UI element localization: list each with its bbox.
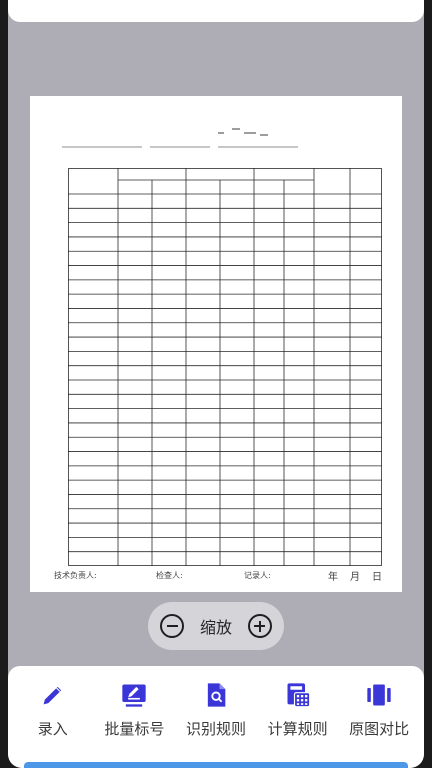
calculator-icon (283, 680, 313, 710)
zoom-control: 缩放 (148, 602, 284, 650)
tool-label: 计算规则 (267, 720, 328, 738)
tool-label: 录入 (37, 720, 68, 738)
sign-day: 日 (372, 572, 382, 583)
tool-batch-label-button[interactable]: 批量标号 (94, 680, 176, 740)
tool-label: 批量标号 (104, 720, 165, 738)
sign-recorder: 记录人: (244, 571, 271, 580)
edit-box-icon (119, 680, 149, 710)
document-subtitle-blurred (62, 144, 300, 152)
tool-recognition-rules-button[interactable]: 识别规则 (175, 680, 257, 740)
app-screen: 技术负责人: 检查人: 记录人: 年 月 日 缩放 录入 批量标号 识别规则 计… (8, 0, 424, 768)
zoom-in-icon[interactable] (247, 614, 272, 638)
table-border (68, 168, 382, 566)
tool-label: 识别规则 (185, 720, 246, 738)
sign-year: 年 (328, 572, 338, 583)
tool-label: 原图对比 (349, 720, 410, 738)
top-strip (8, 0, 424, 22)
device-frame: 技术负责人: 检查人: 记录人: 年 月 日 缩放 录入 批量标号 识别规则 计… (0, 0, 432, 768)
document-preview[interactable]: 技术负责人: 检查人: 记录人: 年 月 日 (30, 96, 402, 592)
bottom-toolbar: 录入 批量标号 识别规则 计算规则 原图对比 (8, 666, 424, 768)
zoom-out-icon[interactable] (160, 614, 184, 638)
sign-tech-lead: 技术负责人: (54, 571, 97, 580)
pencil-icon (38, 680, 68, 710)
tool-enter-button[interactable]: 录入 (12, 680, 94, 740)
tool-compare-original-button[interactable]: 原图对比 (338, 680, 420, 740)
zoom-label: 缩放 (199, 618, 232, 637)
document-search-icon (201, 680, 231, 710)
sign-month: 月 (350, 572, 360, 583)
primary-action-bar[interactable] (24, 762, 408, 768)
sign-inspector: 检查人: (156, 571, 183, 580)
document-table (68, 168, 382, 566)
compare-icon (364, 680, 394, 710)
tool-calc-rules-button[interactable]: 计算规则 (257, 680, 339, 740)
document-title-blurred (180, 124, 290, 140)
